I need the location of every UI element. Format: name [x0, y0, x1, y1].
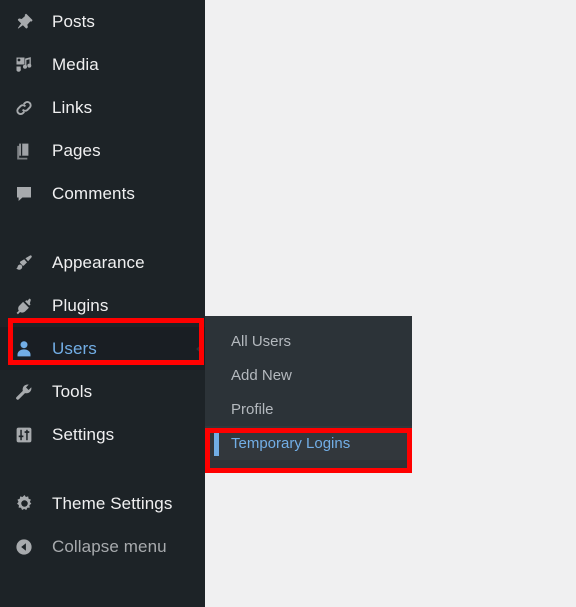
submenu-item-label: All Users: [231, 332, 292, 350]
sidebar-item-label: Collapse menu: [52, 537, 167, 556]
submenu-item-profile[interactable]: Profile: [205, 392, 412, 426]
submenu-item-add-new[interactable]: Add New: [205, 358, 412, 392]
chevron-right-icon: [196, 342, 203, 355]
link-icon: [14, 96, 42, 120]
sidebar-item-label: Links: [52, 98, 93, 117]
menu-separator-2: [0, 456, 205, 482]
menu-group-extra: Theme Settings Collapse menu: [0, 482, 205, 568]
sidebar-item-theme-settings[interactable]: Theme Settings: [0, 482, 205, 525]
plug-icon: [14, 294, 42, 318]
wrench-icon: [14, 380, 42, 404]
sidebar-item-label: Pages: [52, 141, 101, 160]
sidebar-item-label: Settings: [52, 425, 115, 444]
sidebar-item-comments[interactable]: Comments: [0, 172, 205, 215]
menu-group-content: Posts Media Links Pages Comments: [0, 0, 205, 215]
sliders-icon: [14, 423, 42, 447]
pages-icon: [14, 139, 42, 163]
admin-sidebar: Posts Media Links Pages Comments Appeara…: [0, 0, 205, 607]
sidebar-item-tools[interactable]: Tools: [0, 370, 205, 413]
submenu-item-label: Add New: [231, 366, 292, 384]
submenu-item-temporary-logins[interactable]: Temporary Logins: [205, 426, 412, 460]
paintbrush-icon: [14, 251, 42, 275]
sidebar-item-label: Comments: [52, 184, 135, 203]
sidebar-item-label: Plugins: [52, 296, 109, 315]
sidebar-item-links[interactable]: Links: [0, 86, 205, 129]
sidebar-item-users[interactable]: Users: [0, 327, 205, 370]
menu-separator-1: [0, 215, 205, 241]
submenu-item-label: Profile: [231, 400, 274, 418]
collapse-left-icon: [14, 535, 42, 559]
sidebar-item-pages[interactable]: Pages: [0, 129, 205, 172]
sidebar-item-label: Theme Settings: [52, 494, 173, 513]
menu-group-admin: Appearance Plugins Users Tools Settings: [0, 241, 205, 456]
sidebar-item-collapse-menu[interactable]: Collapse menu: [0, 525, 205, 568]
gear-icon: [14, 492, 42, 516]
sidebar-item-label: Tools: [52, 382, 93, 401]
comment-icon: [14, 182, 42, 206]
media-icon: [14, 53, 42, 77]
sidebar-item-label: Users: [52, 339, 97, 358]
pin-icon: [14, 10, 42, 34]
sidebar-item-posts[interactable]: Posts: [0, 0, 205, 43]
user-icon: [14, 337, 42, 361]
sidebar-item-plugins[interactable]: Plugins: [0, 284, 205, 327]
sidebar-item-media[interactable]: Media: [0, 43, 205, 86]
sidebar-item-label: Media: [52, 55, 99, 74]
sidebar-item-appearance[interactable]: Appearance: [0, 241, 205, 284]
users-submenu: All Users Add New Profile Temporary Logi…: [205, 316, 412, 470]
sidebar-item-label: Posts: [52, 12, 96, 31]
submenu-item-label: Temporary Logins: [231, 434, 351, 452]
sidebar-item-settings[interactable]: Settings: [0, 413, 205, 456]
active-marker: [214, 430, 219, 456]
screen-root: Posts Media Links Pages Comments Appeara…: [0, 0, 576, 607]
sidebar-item-label: Appearance: [52, 253, 145, 272]
submenu-item-all-users[interactable]: All Users: [205, 324, 412, 358]
